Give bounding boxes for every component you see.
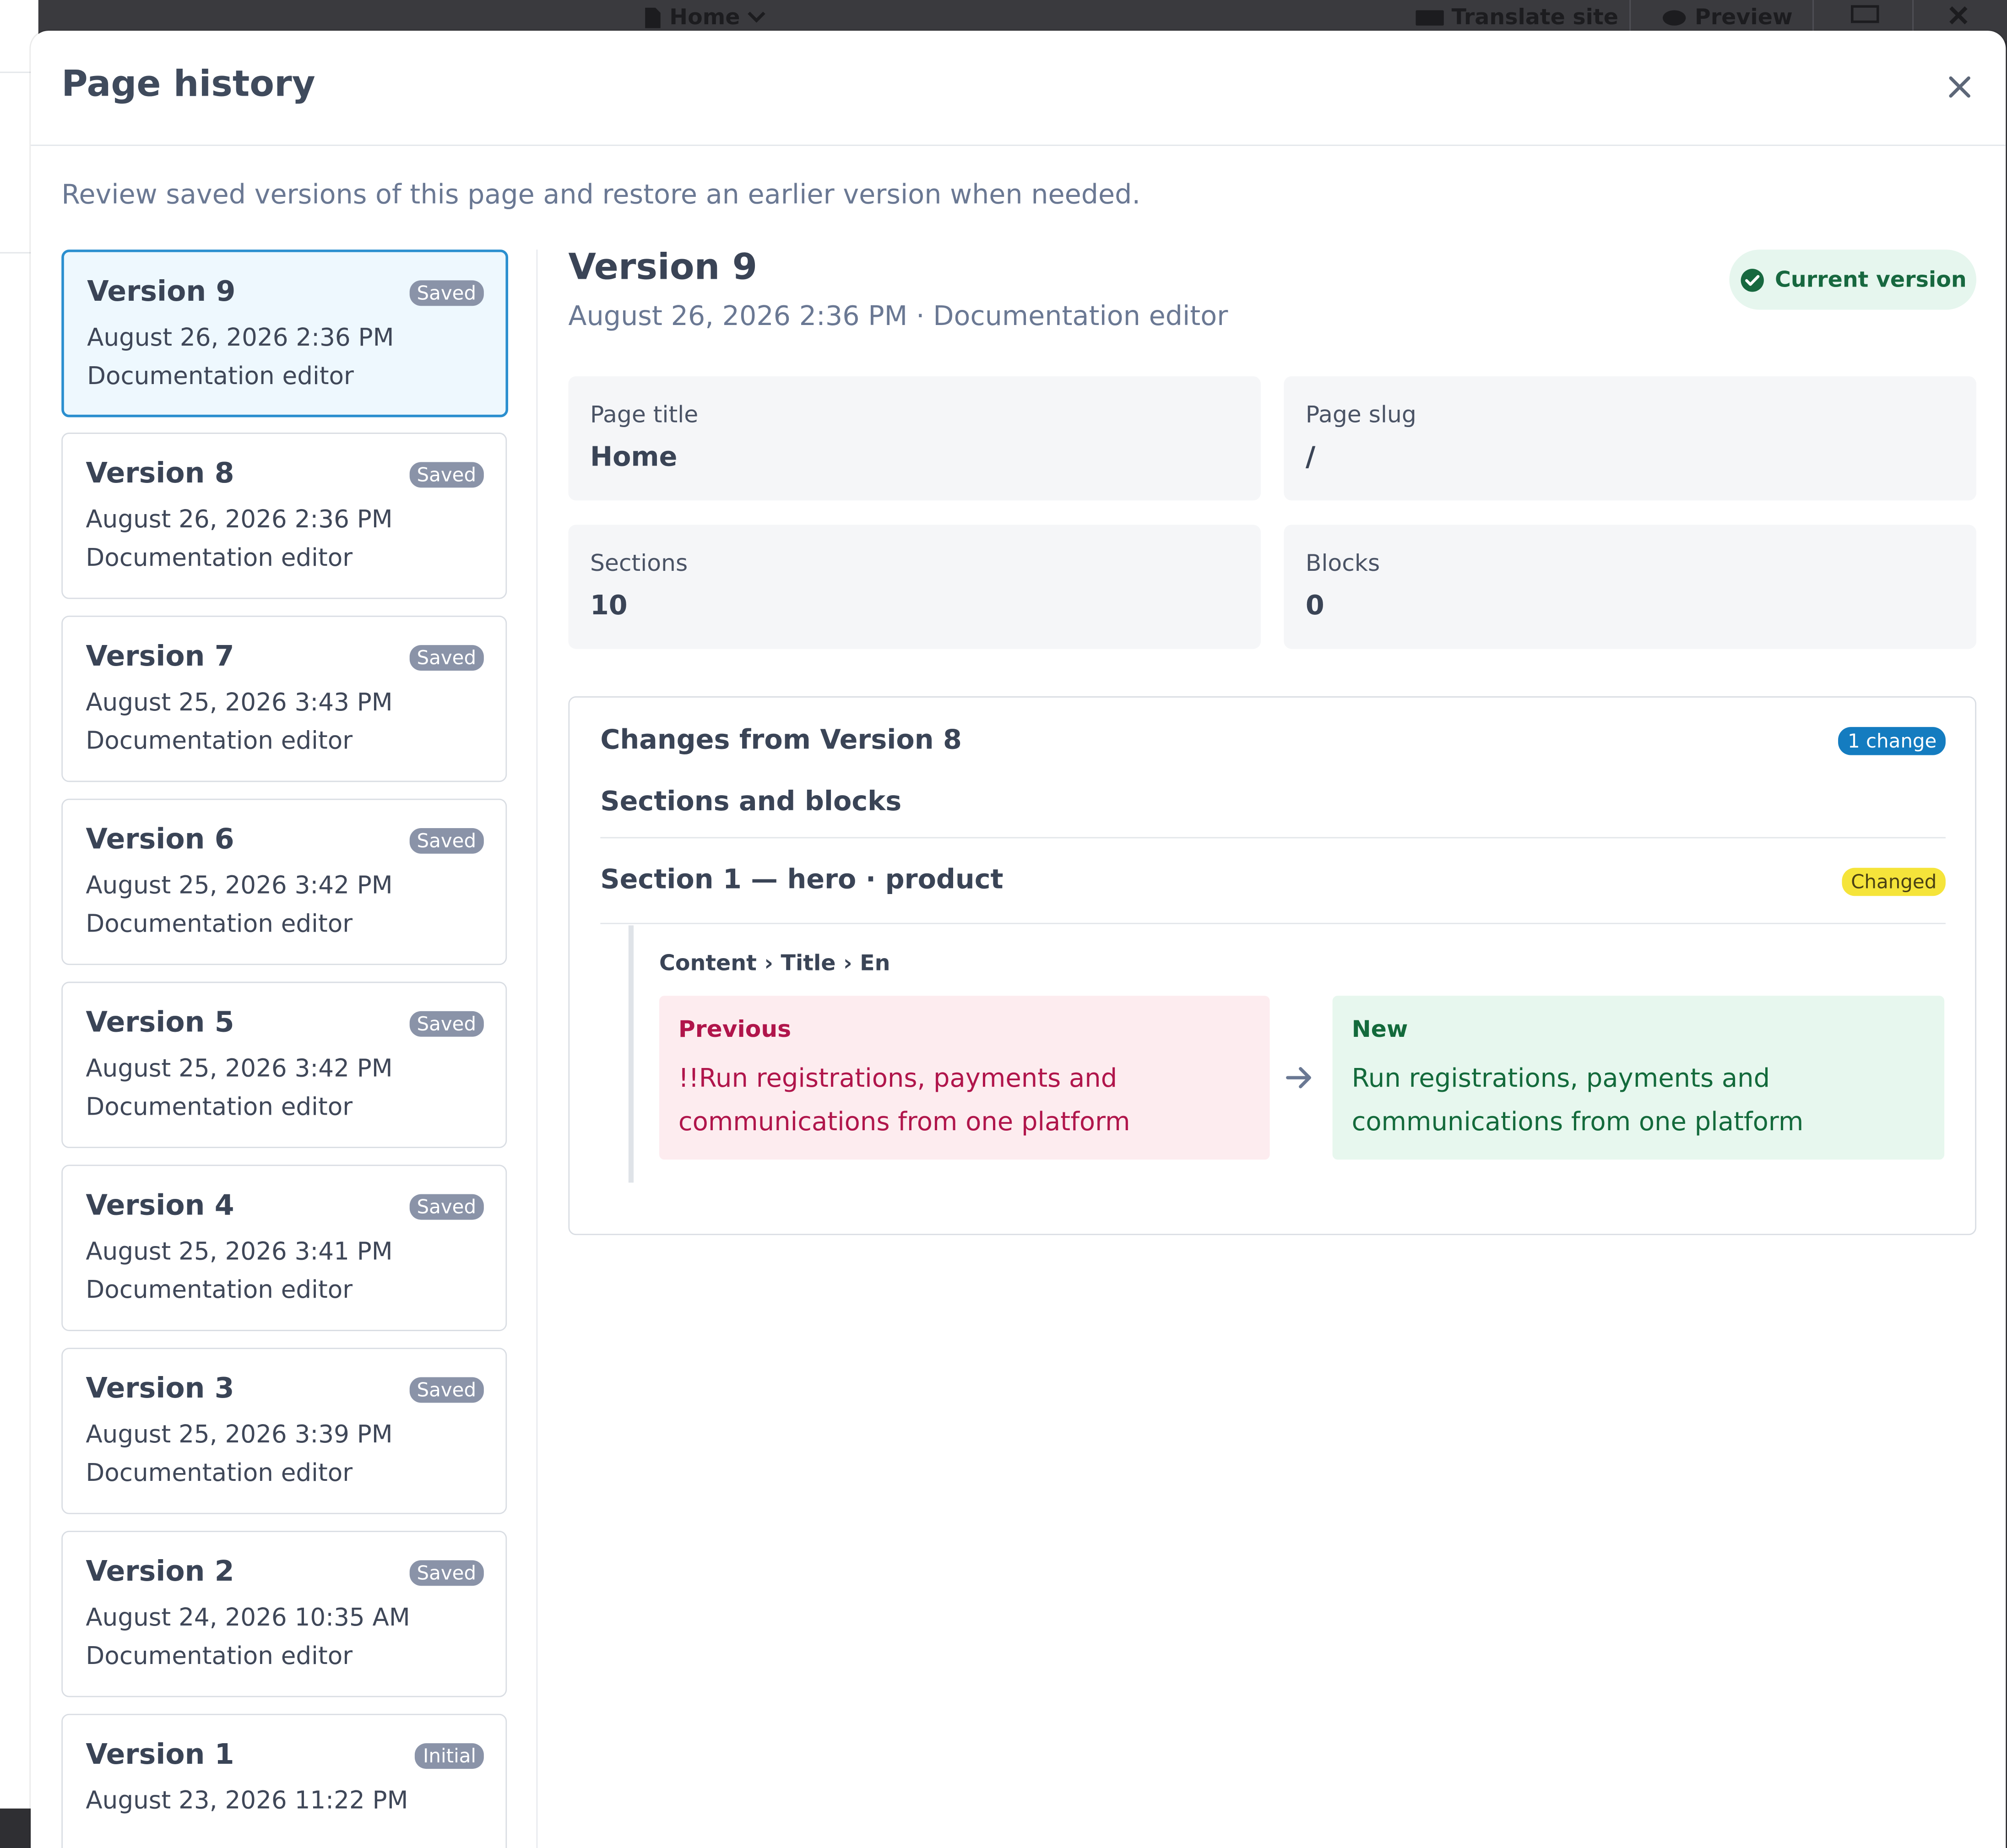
version-item[interactable]: Version 5 Saved August 25, 2026 3:42 PM … (61, 981, 507, 1149)
version-item[interactable]: Version 8 Saved August 26, 2026 2:36 PM … (61, 433, 507, 599)
version-name: Version 8 (86, 458, 234, 490)
version-name: Version 2 (86, 1556, 234, 1588)
check-circle-icon (1740, 268, 1763, 292)
change-indent-bar (628, 925, 634, 1183)
previous-value-box: Previous !!Run registrations, payments a… (659, 996, 1270, 1160)
changes-panel: Changes from Version 8 1 change Sections… (568, 696, 1977, 1236)
page-selector-label: Home (669, 5, 740, 31)
stat-sections: Sections 10 (568, 525, 1261, 649)
version-date: August 26, 2026 2:36 PM (87, 324, 394, 352)
version-badge: Saved (409, 1011, 484, 1037)
stat-label: Blocks (1305, 550, 1380, 577)
stat-page-slug: Page slug / (1284, 376, 1977, 501)
version-date: August 25, 2026 3:43 PM (86, 688, 393, 717)
version-date: August 25, 2026 3:41 PM (86, 1237, 393, 1266)
version-item[interactable]: Version 1 Initial August 23, 2026 11:22 … (61, 1713, 507, 1848)
version-badge: Saved (409, 280, 484, 306)
close-icon (1949, 76, 1970, 98)
version-name: Version 1 (86, 1739, 234, 1772)
version-badge: Initial (415, 1743, 484, 1769)
version-author: Documentation editor (86, 910, 353, 938)
modal-description: Review saved versions of this page and r… (61, 179, 1141, 210)
translate-site-button[interactable]: Translate site (1416, 5, 1618, 31)
exit-editor-button[interactable] (1948, 5, 1969, 26)
version-badge: Saved (409, 828, 484, 854)
version-badge: Saved (409, 462, 484, 488)
version-author: Documentation editor (86, 727, 353, 755)
stat-page-title: Page title Home (568, 376, 1261, 501)
stat-value: / (1305, 441, 1316, 472)
new-value-box: New Run registrations, payments and comm… (1332, 996, 1945, 1160)
stat-value: 0 (1305, 590, 1324, 621)
previous-text: !!Run registrations, payments and commun… (678, 1062, 1130, 1137)
version-item[interactable]: Version 6 Saved August 25, 2026 3:42 PM … (61, 798, 507, 965)
version-author: Documentation editor (86, 1642, 353, 1670)
version-author: Documentation editor (86, 1276, 353, 1305)
section-change-title: Section 1 — hero · product (600, 864, 1004, 895)
chevron-down-icon (748, 11, 766, 23)
version-date: August 23, 2026 11:22 PM (86, 1787, 408, 1815)
version-name: Version 7 (86, 641, 234, 673)
stat-value: Home (590, 441, 678, 472)
preview-label: Preview (1694, 5, 1793, 31)
selected-version-title: Version 9 (568, 245, 758, 288)
translate-site-label: Translate site (1451, 5, 1618, 31)
modal-header: Page history (31, 31, 2006, 146)
device-toggle-button[interactable] (1851, 5, 1879, 26)
field-path: Content › Title › En (659, 951, 890, 977)
version-date: August 25, 2026 3:39 PM (86, 1420, 393, 1449)
arrow-right-icon (1285, 1065, 1313, 1095)
divider (600, 837, 1946, 839)
current-version-badge: Current version (1729, 249, 1977, 310)
stat-label: Page title (590, 401, 699, 429)
current-version-label: Current version (1775, 266, 1967, 293)
version-name: Version 9 (87, 276, 236, 309)
version-author: Documentation editor (86, 1459, 353, 1487)
close-icon (1949, 6, 1968, 25)
version-date: August 25, 2026 3:42 PM (86, 1054, 393, 1083)
version-badge: Saved (409, 645, 484, 671)
version-item[interactable]: Version 4 Saved August 25, 2026 3:41 PM … (61, 1165, 507, 1331)
preview-button[interactable]: Preview (1661, 5, 1793, 31)
new-text: Run registrations, payments and communic… (1351, 1062, 1804, 1137)
eye-icon (1663, 10, 1686, 26)
new-label: New (1351, 1016, 1408, 1043)
translate-icon (1416, 10, 1444, 26)
page-selector[interactable]: Home (644, 5, 766, 31)
version-date: August 26, 2026 2:36 PM (86, 505, 393, 534)
version-name: Version 5 (86, 1007, 234, 1040)
divider (600, 922, 1946, 924)
changes-group-title: Sections and blocks (600, 786, 902, 817)
version-name: Version 3 (86, 1373, 234, 1406)
version-date: August 25, 2026 3:42 PM (86, 872, 393, 900)
previous-label: Previous (678, 1016, 792, 1043)
version-badge: Saved (409, 1377, 484, 1403)
version-author: Documentation editor (86, 1093, 353, 1122)
stat-value: 10 (590, 590, 628, 621)
version-author: Documentation editor (87, 362, 354, 390)
list-divider (536, 249, 538, 1848)
version-date: August 24, 2026 10:35 AM (86, 1604, 410, 1632)
close-modal-button[interactable] (1942, 69, 1978, 105)
change-count-badge: 1 change (1839, 727, 1946, 755)
version-name: Version 4 (86, 1190, 234, 1223)
changed-badge: Changed (1842, 867, 1946, 896)
page-history-modal: Page history Review saved versions of th… (31, 31, 2006, 1848)
version-author: Documentation editor (86, 544, 353, 572)
version-item[interactable]: Version 7 Saved August 25, 2026 3:43 PM … (61, 615, 507, 782)
version-badge: Saved (409, 1194, 484, 1220)
version-item[interactable]: Version 9 Saved August 26, 2026 2:36 PM … (61, 249, 509, 417)
version-badge: Saved (409, 1560, 484, 1586)
document-icon (645, 7, 661, 28)
version-item[interactable]: Version 2 Saved August 24, 2026 10:35 AM… (61, 1531, 507, 1697)
version-name: Version 6 (86, 824, 234, 856)
modal-title: Page history (61, 63, 315, 105)
stat-blocks: Blocks 0 (1284, 525, 1977, 649)
monitor-icon (1851, 5, 1879, 23)
version-item[interactable]: Version 3 Saved August 25, 2026 3:39 PM … (61, 1348, 507, 1514)
changes-title: Changes from Version 8 (600, 724, 962, 755)
stat-label: Page slug (1305, 401, 1416, 429)
stat-label: Sections (590, 550, 688, 577)
selected-version-subtitle: August 26, 2026 2:36 PM · Documentation … (568, 301, 1228, 332)
